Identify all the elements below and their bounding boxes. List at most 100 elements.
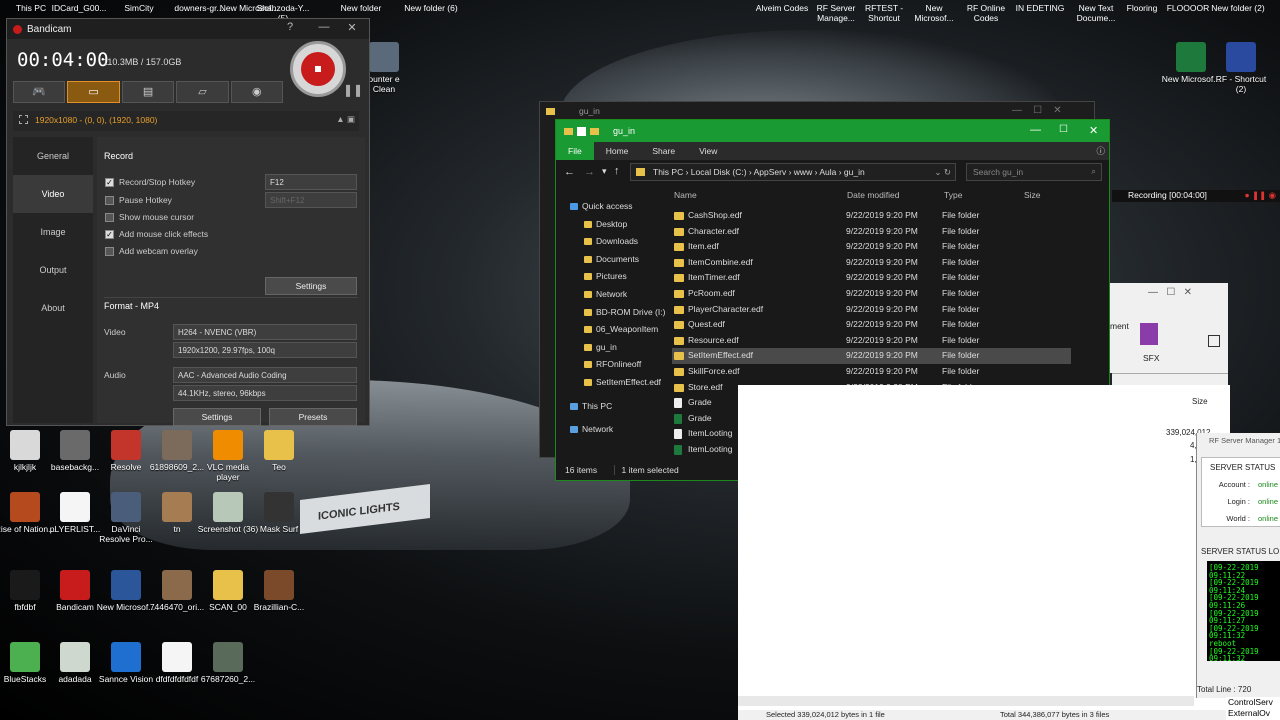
properties-icon[interactable] (577, 126, 586, 136)
window-icon[interactable]: ▲ ▣ (336, 114, 355, 125)
desktop-icon-label[interactable]: New folder (330, 3, 392, 13)
file-row[interactable]: SetItemEffect.edf 9/22/2019 9:20 PM File f… (672, 348, 1071, 364)
camera-button[interactable]: ◉ (230, 81, 284, 103)
search-input[interactable]: Search gu_in ⌕ (966, 163, 1102, 181)
column-type[interactable]: Type (944, 190, 962, 200)
desktop-icon-label[interactable]: SimCity (108, 3, 170, 13)
nav-about[interactable]: About (13, 289, 93, 327)
show-cursor-checkbox[interactable]: Show mouse cursor (105, 212, 194, 222)
back-arrow-icon[interactable]: ← (564, 166, 575, 178)
desktop-icon[interactable]: 67687260_2... (197, 642, 259, 684)
nav-item[interactable]: RFOnlineoff (582, 356, 672, 374)
tab-home[interactable]: Home (594, 146, 641, 156)
hdmi-mode-button[interactable]: ▤ (121, 81, 175, 103)
nav-item[interactable]: This PC (568, 398, 672, 416)
desktop-icon-label[interactable]: IN EDETING (1012, 3, 1068, 13)
desktop-icon-label[interactable]: New folder (2) (1210, 3, 1266, 13)
folder-button[interactable]: ▱ (176, 81, 229, 103)
up-arrow-icon[interactable]: ↑ (614, 165, 620, 177)
close-button[interactable]: ✕ (341, 21, 363, 37)
desktop-icon-label[interactable]: New folder (6) (400, 3, 462, 13)
desktop-icon[interactable]: Teo (248, 430, 310, 472)
server-log[interactable]: [09-22-2019 09:11:22 [09-22-2019 09:11:24… (1207, 561, 1280, 661)
game-mode-button[interactable]: 🎮 (13, 81, 66, 103)
recent-dropdown-icon[interactable]: ▾ (602, 166, 607, 177)
nav-item[interactable]: 06_WeaponItem (582, 321, 672, 339)
nav-item[interactable]: BD-ROM Drive (I:) (582, 304, 672, 322)
audio-detail-field[interactable]: 44.1KHz, stereo, 96kbps (173, 385, 357, 401)
record-hotkey-field[interactable]: F12 (265, 174, 357, 190)
click-effects-checkbox[interactable]: ✓ Add mouse click effects (105, 229, 208, 239)
desktop-icon-label[interactable]: RFTEST - Shortcut (856, 3, 912, 23)
back-window-controls[interactable]: — ☐ ✕ (1012, 105, 1062, 116)
breadcrumb-item[interactable]: AppServ (754, 167, 787, 177)
archive-window[interactable]: — ☐ ✕ ment SFX (1110, 283, 1228, 373)
dropdown-bar[interactable] (1112, 373, 1228, 385)
taskbar-items[interactable]: ControlServ ExternalOv (1226, 697, 1280, 720)
nav-general[interactable]: General (13, 137, 93, 175)
pause-hotkey-checkbox[interactable]: Pause Hotkey (105, 195, 172, 205)
desktop-icon-label[interactable]: Alveim Codes (754, 3, 810, 13)
nav-item[interactable]: Desktop (582, 216, 672, 234)
file-row[interactable]: Character.edf 9/22/2019 9:20 PM File folde… (672, 224, 1071, 240)
nav-item[interactable]: Network (568, 421, 672, 439)
breadcrumb-item[interactable]: gu_in (844, 167, 865, 177)
help-icon[interactable]: ⓘ (1092, 145, 1109, 157)
rf-server-manager[interactable]: RF Server Manager 1 SERVER STATUS Accoun… (1196, 433, 1280, 698)
file-row[interactable]: ItemTimer.edf 9/22/2019 9:20 PM File folde… (672, 270, 1071, 286)
record-stop-button[interactable] (290, 41, 346, 97)
forward-arrow-icon[interactable]: → (584, 166, 595, 178)
file-row[interactable]: PcRoom.edf 9/22/2019 9:20 PM File folder (672, 286, 1071, 302)
bandicam-window[interactable]: Bandicam ? — ✕ 00:04:00 110.3MB / 157.0G… (6, 18, 370, 426)
back-titlebar[interactable]: gu_in (540, 102, 1094, 120)
size-column[interactable]: Size (1192, 397, 1208, 406)
desktop-icon-rf-shortcut[interactable]: RF - Shortcut (2) (1210, 42, 1272, 94)
record-hotkey-checkbox[interactable]: ✓ Record/Stop Hotkey (105, 177, 195, 187)
new-folder-icon[interactable] (590, 127, 599, 135)
webcam-overlay-checkbox[interactable]: Add webcam overlay (105, 246, 198, 256)
file-row[interactable]: PlayerCharacter.edf 9/22/2019 9:20 PM File… (672, 302, 1071, 318)
horizontal-scrollbar[interactable] (738, 696, 1194, 706)
format-settings-button[interactable]: Settings (173, 408, 261, 426)
nav-item[interactable]: Downloads (582, 233, 672, 251)
external-item[interactable]: ExternalOv (1228, 708, 1280, 719)
nav-item[interactable]: Pictures (582, 268, 672, 286)
video-codec-field[interactable]: H264 - NVENC (VBR) (173, 324, 357, 340)
info-icon[interactable] (1208, 335, 1220, 347)
nav-item[interactable]: Quick access (568, 198, 672, 216)
breadcrumb-item[interactable]: Local Disk (C:) (691, 167, 747, 177)
tab-file[interactable]: File (556, 142, 594, 160)
nav-item[interactable]: Network (582, 286, 672, 304)
file-row[interactable]: Quest.edf 9/22/2019 9:20 PM File folder (672, 317, 1071, 333)
refresh-icon[interactable]: ⌄ ↻ (934, 167, 951, 178)
screen-mode-button[interactable]: ▭ (67, 81, 120, 103)
presets-button[interactable]: Presets (269, 408, 357, 426)
video-detail-field[interactable]: 1920x1200, 29.97fps, 100q (173, 342, 357, 358)
column-size[interactable]: Size (1024, 190, 1041, 200)
resolution-bar[interactable]: 1920x1080 - (0, 0), (1920, 1080) ▲ ▣ (13, 111, 359, 131)
minimize-button[interactable]: — (1030, 124, 1041, 136)
desktop-icon[interactable]: Mask Surf (248, 492, 310, 534)
desktop-icon-label[interactable]: New Microsof... (906, 3, 962, 23)
nav-video[interactable]: Video (13, 175, 93, 213)
tab-view[interactable]: View (687, 146, 729, 156)
explorer-titlebar[interactable]: gu_in — ☐ ✕ (556, 120, 1109, 142)
nav-item[interactable]: Documents (582, 251, 672, 269)
nav-item[interactable]: gu_in (582, 339, 672, 357)
breadcrumb-item[interactable]: This PC (653, 167, 683, 177)
recording-controls[interactable]: ● ❚❚ ◉ (1244, 190, 1276, 201)
nav-item[interactable]: SetItemEffect.edf (582, 374, 672, 392)
close-button[interactable]: ✕ (1089, 124, 1098, 137)
nav-output[interactable]: Output (13, 251, 93, 289)
audio-codec-field[interactable]: AAC - Advanced Audio Coding (173, 367, 357, 383)
minimize-button[interactable]: — (313, 21, 335, 37)
pause-hotkey-field[interactable]: Shift+F12 (265, 192, 357, 208)
desktop-icon[interactable]: Brazillian-C... (248, 570, 310, 612)
file-row[interactable]: SkillForce.edf 9/22/2019 9:20 PM File fold… (672, 364, 1071, 380)
breadcrumb-item[interactable]: www (794, 167, 812, 177)
sfx-label[interactable]: SFX (1143, 353, 1160, 363)
file-row[interactable]: CashShop.edf 9/22/2019 9:20 PM File folder (672, 208, 1071, 224)
nav-image[interactable]: Image (13, 213, 93, 251)
address-bar[interactable]: This PC › Local Disk (C:) › AppServ › ww… (630, 163, 956, 181)
column-name[interactable]: Name (674, 190, 697, 200)
